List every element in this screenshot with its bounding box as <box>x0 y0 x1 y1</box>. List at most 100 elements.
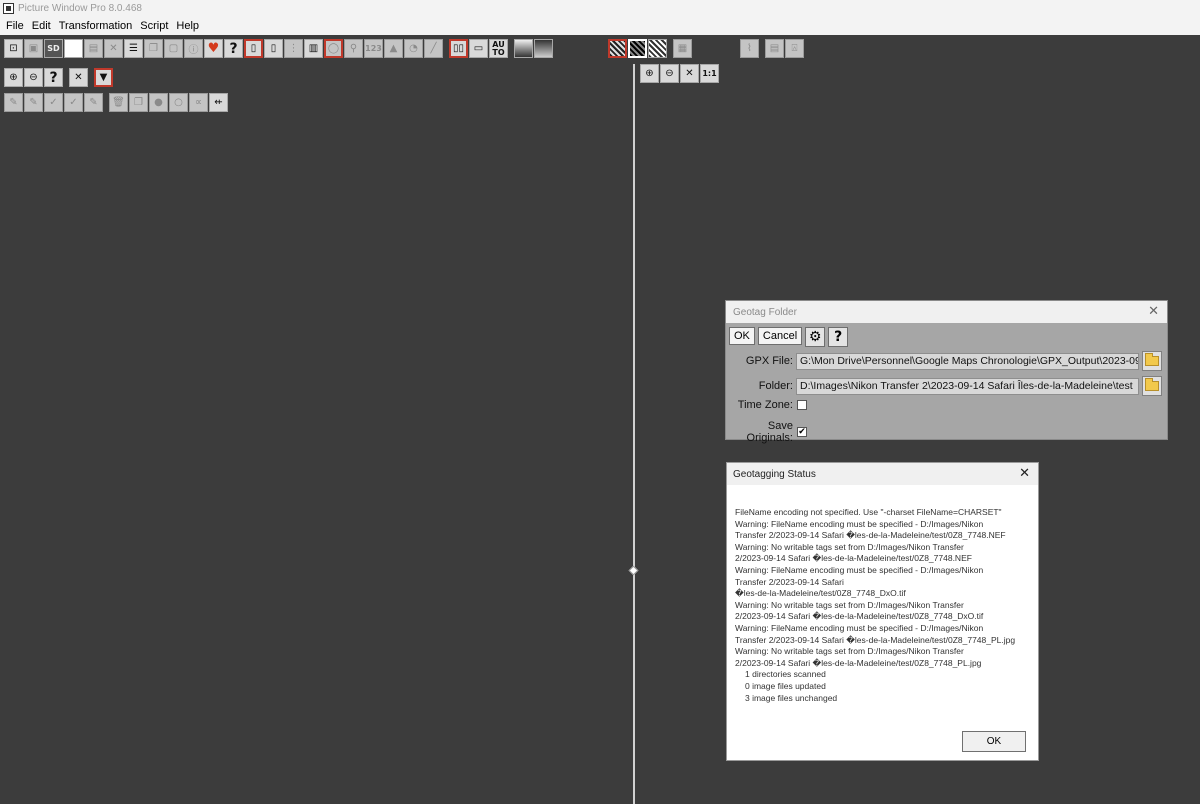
save-originals-checkbox[interactable]: ✔ <box>797 427 807 437</box>
counter-icon[interactable]: 123 <box>364 39 383 58</box>
mouse-icon[interactable]: ◯ <box>324 39 343 58</box>
right-zoom-in-icon[interactable]: ⊕ <box>640 64 659 83</box>
save-originals-label: Save Originals: <box>746 420 793 444</box>
status-dialog-title: Geotagging Status <box>733 468 816 480</box>
page-icon[interactable]: ▯ <box>264 39 283 58</box>
menu-script[interactable]: Script <box>136 20 172 32</box>
pattern-selected-icon[interactable] <box>628 39 647 58</box>
dots-icon[interactable]: ⋮ <box>284 39 303 58</box>
window-title: Picture Window Pro 8.0.468 <box>18 3 142 14</box>
log-line: Warning: FileName encoding must be speci… <box>735 564 984 575</box>
pencil-icon[interactable]: ✎ <box>4 93 23 112</box>
pen-icon[interactable]: ╱ <box>424 39 443 58</box>
check-icon[interactable]: ✓ <box>44 93 63 112</box>
browse-folder-button[interactable] <box>1142 376 1162 396</box>
grid-icon[interactable]: ▦ <box>673 39 692 58</box>
gpx-file-row: GPX File: G:\Mon Drive\Personnel\Google … <box>726 351 1162 371</box>
chart-icon[interactable]: ⌇ <box>740 39 759 58</box>
help-icon[interactable]: ? <box>224 39 243 58</box>
gear-icon[interactable]: ⚙ <box>805 327 826 347</box>
new-window-icon[interactable]: ⊡ <box>4 39 23 58</box>
pencil-multi-icon[interactable]: ✎ <box>24 93 43 112</box>
zoom-out-icon[interactable]: ⊖ <box>24 68 43 87</box>
right-zoom-out-icon[interactable]: ⊖ <box>660 64 679 83</box>
gradient-icon[interactable] <box>514 39 533 58</box>
close-x-icon[interactable]: ✕ <box>104 39 123 58</box>
right-zoom-toolbar: ⊕ ⊖ ✕ 1:1 <box>640 64 719 83</box>
timezone-row: Time Zone: <box>726 399 807 411</box>
gpx-file-field[interactable]: G:\Mon Drive\Personnel\Google Maps Chron… <box>796 352 1139 370</box>
layers-icon[interactable]: ⇷ <box>209 93 228 112</box>
close-icon[interactable]: ✕ <box>1148 304 1159 319</box>
close-icon[interactable]: ✕ <box>1019 466 1030 481</box>
paste-icon[interactable]: ▢ <box>164 39 183 58</box>
splitter-handle[interactable] <box>628 565 639 576</box>
fit-icon[interactable]: ✕ <box>680 64 699 83</box>
save-originals-row: Save Originals: ✔ <box>726 420 807 444</box>
view-toolbar: ▦ <box>608 39 692 58</box>
lasso-icon[interactable]: ∝ <box>189 93 208 112</box>
log-line: Warning: FileName encoding must be speci… <box>735 518 984 529</box>
log-line: Transfer 2/2023-09-14 Safari �les-de-la-… <box>735 530 1006 541</box>
blank-page-icon[interactable] <box>64 39 83 58</box>
collapse-icon[interactable]: ✕ <box>69 68 88 87</box>
menu-file[interactable]: File <box>2 20 28 32</box>
ok-button[interactable]: OK <box>729 327 755 345</box>
info-icon[interactable]: ⓘ <box>184 39 203 58</box>
camera-icon[interactable]: ▣ <box>24 39 43 58</box>
gpx-file-label: GPX File: <box>745 355 793 367</box>
circle-outline-icon[interactable]: ○ <box>169 93 188 112</box>
panel-icon[interactable]: ▥ <box>304 39 323 58</box>
pencil-yellow-icon[interactable]: ✎ <box>84 93 103 112</box>
list-icon[interactable]: ☰ <box>124 39 143 58</box>
pattern-alt-icon[interactable] <box>648 39 667 58</box>
pane-help-icon[interactable]: ? <box>44 68 63 87</box>
check-all-icon[interactable]: ✓ <box>64 93 83 112</box>
browse-gpx-button[interactable] <box>1142 351 1162 371</box>
trash-icon[interactable]: 🗑 <box>109 93 128 112</box>
log-line: 2/2023-09-14 Safari �les-de-la-Madeleine… <box>735 657 982 668</box>
left-edit-toolbar: ✎ ✎ ✓ ✓ ✎ 🗑 ❐ ● ○ ∝ ⇷ <box>4 93 228 112</box>
status-ok-button[interactable]: OK <box>962 731 1026 752</box>
status-log: FileName encoding not specified. Use "-c… <box>735 507 1033 704</box>
zoom-one-icon[interactable]: 1:1 <box>700 64 719 83</box>
circle-filled-icon[interactable]: ● <box>149 93 168 112</box>
histogram-icon[interactable]: ▲ <box>384 39 403 58</box>
alarm-icon[interactable]: ⍓ <box>785 39 804 58</box>
left-zoom-toolbar: ⊕ ⊖ ? ✕ ▼ <box>4 68 113 87</box>
magnify-icon[interactable]: ⚲ <box>344 39 363 58</box>
zoom-in-icon[interactable]: ⊕ <box>4 68 23 87</box>
split-horizontal-icon[interactable]: ▭ <box>469 39 488 58</box>
split-vertical-icon[interactable]: ▯▯ <box>449 39 468 58</box>
duplicate-icon[interactable]: ❐ <box>129 93 148 112</box>
geotagging-status-dialog: Geotagging Status ✕ FileName encoding no… <box>726 462 1039 761</box>
main-toolbar: ⊡ ▣ SD ▤ ✕ ☰ ❐ ▢ ⓘ ♥ ? ▯ ▯ ⋮ ▥ ◯ ⚲ 123 ▲… <box>4 39 553 58</box>
heart-icon[interactable]: ♥ <box>204 39 223 58</box>
dropdown-arrow-icon[interactable]: ▼ <box>94 68 113 87</box>
sd-card-icon[interactable]: SD <box>44 39 63 58</box>
geotag-dialog-titlebar: Geotag Folder ✕ <box>726 301 1167 323</box>
folder-icon <box>1145 378 1159 391</box>
cancel-button[interactable]: Cancel <box>757 327 803 345</box>
geotag-button-row: OK Cancel ⚙ ? <box>729 327 849 347</box>
folder-field[interactable]: D:\Images\Nikon Transfer 2\2023-09-14 Sa… <box>796 377 1139 395</box>
auto-icon[interactable]: AU TO <box>489 39 508 58</box>
pattern-icon[interactable] <box>608 39 627 58</box>
printer-icon[interactable]: ▤ <box>765 39 784 58</box>
summary-line: 1 directories scanned <box>745 669 826 680</box>
geotag-dialog-title: Geotag Folder <box>733 306 797 318</box>
menu-edit[interactable]: Edit <box>28 20 55 32</box>
single-pane-icon[interactable]: ▯ <box>244 39 263 58</box>
menu-transformation[interactable]: Transformation <box>55 20 137 32</box>
palette-icon[interactable]: ◔ <box>404 39 423 58</box>
menu-help[interactable]: Help <box>172 20 203 32</box>
timezone-checkbox[interactable] <box>797 400 807 410</box>
help-icon[interactable]: ? <box>828 327 849 347</box>
status-dialog-titlebar: Geotagging Status ✕ <box>727 463 1038 485</box>
copy-icon[interactable]: ❐ <box>144 39 163 58</box>
log-line: 2/2023-09-14 Safari �les-de-la-Madeleine… <box>735 611 984 622</box>
folder-row: Folder: D:\Images\Nikon Transfer 2\2023-… <box>726 376 1162 396</box>
pane-splitter[interactable] <box>633 64 635 804</box>
print-icon[interactable]: ▤ <box>84 39 103 58</box>
gradient-dark-icon[interactable] <box>534 39 553 58</box>
